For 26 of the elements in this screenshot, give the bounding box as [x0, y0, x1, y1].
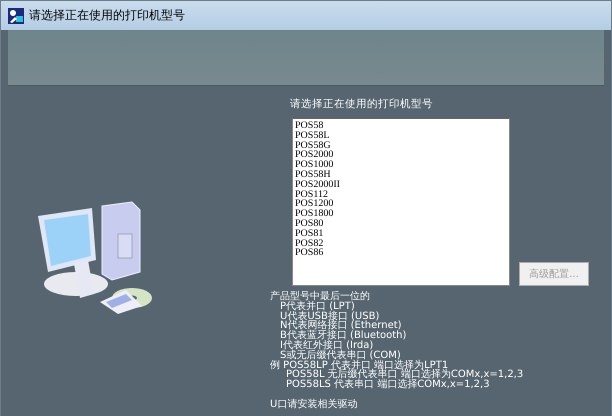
help-note: U口请安装相关驱动 — [270, 400, 358, 410]
printer-option[interactable]: POS58H — [295, 170, 331, 180]
printer-option[interactable]: POS80 — [295, 218, 324, 229]
printer-option[interactable]: POS2000 — [295, 150, 334, 160]
help-line: B代表蓝牙接口 (Bluetooth) — [280, 331, 406, 341]
window-title: 请选择正在使用的打印机型号 — [29, 7, 185, 24]
printer-option[interactable]: POS81 — [295, 228, 324, 239]
app-icon — [8, 8, 24, 24]
printer-option[interactable]: POS112 — [295, 190, 328, 200]
printer-option[interactable]: POS82 — [295, 238, 324, 248]
help-heading: 产品型号中最后一位的 — [270, 292, 370, 302]
printer-option[interactable]: POS58 — [295, 121, 324, 131]
printer-option[interactable]: POS2000II — [295, 180, 340, 190]
printer-option[interactable]: POS58G — [295, 140, 331, 150]
printer-option[interactable]: POS1800 — [295, 209, 334, 219]
help-line: I代表红外接口 (Irda) — [280, 340, 374, 351]
help-line: P代表并口 (LPT) — [280, 302, 355, 312]
printer-option[interactable]: POS1200 — [295, 199, 334, 210]
prompt-label: 请选择正在使用的打印机型号 — [290, 97, 434, 111]
help-example-line: POS58LS 代表串口 端口选择COMx,x=1,2,3 — [286, 380, 490, 390]
printer-list[interactable]: POS58 POS58L POS58G POS2000 POS1000 POS58H POS2000II POS112 POS1200 POS1800 POS80 POS81 POS82 POS86 — [292, 118, 510, 286]
printer-option[interactable]: POS1000 — [295, 160, 334, 170]
help-line: U代表USB接口 (USB) — [280, 312, 380, 322]
printer-option[interactable]: POS86 — [295, 248, 324, 258]
help-line: S或无后缀代表串口 (COM) — [280, 350, 401, 361]
printer-option[interactable]: POS58L — [295, 130, 330, 141]
